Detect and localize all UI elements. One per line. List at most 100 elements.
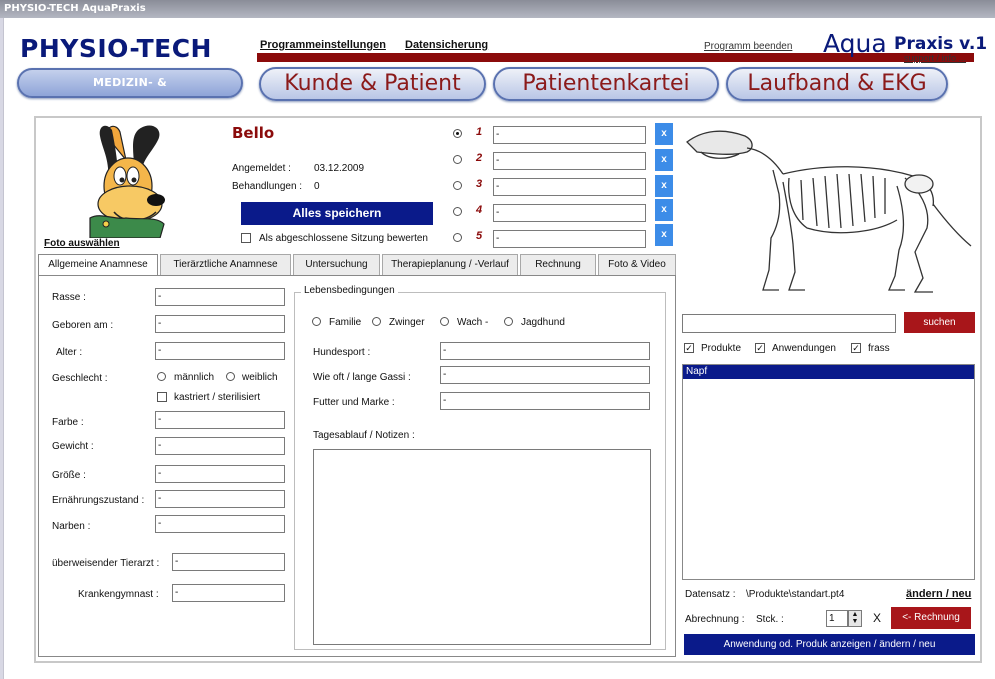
tab-rechnung[interactable]: Rechnung (520, 254, 596, 275)
show-edit-product-button[interactable]: Anwendung od. Produk anzeigen / ändern /… (684, 634, 975, 655)
brand-logo: PHYSIO-TECH (20, 34, 212, 63)
patient-photo[interactable] (60, 120, 190, 238)
times-sign: X (873, 611, 882, 625)
notes-label: Tagesablauf / Notizen : (313, 430, 415, 441)
castrated-checkbox[interactable] (157, 392, 167, 402)
housing-radio-jagdhund[interactable] (504, 317, 513, 326)
alter-label: Alter : (56, 347, 83, 358)
subbrand-banner: MEDIZIN- & SPORTGERÄTETECHNIK (17, 68, 243, 115)
support-link[interactable]: support / info ... (904, 53, 966, 63)
treatments-count: 0 (314, 181, 320, 192)
datensatz-label: Datensatz : (685, 589, 736, 600)
product-name-aqua: Aqua (823, 29, 887, 58)
session-clear-button-1[interactable]: x (655, 123, 673, 145)
nav-kunde-patient[interactable]: Kunde & Patient (259, 67, 486, 101)
invoice-button[interactable]: <- Rechnung (891, 607, 971, 629)
castrated-label: kastriert / sterilisiert (174, 392, 261, 403)
tab-tieraerztliche-anamnese[interactable]: Tierärztliche Anamnese (160, 254, 291, 275)
session-field-4[interactable]: - (493, 204, 646, 222)
krankengymnast-field[interactable]: - (172, 584, 285, 602)
quantity-stepper[interactable]: ▲ ▼ (848, 610, 862, 627)
alter-field[interactable]: - (155, 342, 285, 360)
list-item[interactable]: Napf (683, 365, 974, 379)
nav-laufband-ekg[interactable]: Laufband & EKG (726, 67, 948, 101)
lebensbedingungen-title: Lebensbedingungen (301, 285, 398, 296)
tierarzt-label: überweisender Tierarzt : (52, 558, 160, 569)
housing-label-jagdhund: Jagdhund (521, 317, 565, 328)
filter-produkte-checkbox[interactable]: ✓ (684, 343, 694, 353)
choose-photo-link[interactable]: Foto auswählen (44, 238, 120, 249)
notes-textarea[interactable] (313, 449, 651, 645)
closed-session-label: Als abgeschlossene Sitzung bewerten (259, 233, 428, 244)
tab-therapieplanung[interactable]: Therapieplanung / -Verlauf (382, 254, 518, 275)
housing-radio-familie[interactable] (312, 317, 321, 326)
closed-session-checkbox[interactable] (241, 233, 251, 243)
dog-skeleton-image (686, 130, 972, 293)
session-field-3[interactable]: - (493, 178, 646, 196)
groesse-label: Größe : (52, 470, 86, 481)
treatments-label: Behandlungen : (232, 181, 303, 192)
filter-produkte-label: Produkte (701, 343, 742, 354)
female-radio[interactable] (226, 372, 235, 381)
farbe-label: Farbe : (52, 417, 84, 428)
rasse-field[interactable]: - (155, 288, 285, 306)
quit-link[interactable]: Programm beenden (704, 41, 792, 52)
session-field-5[interactable]: - (493, 230, 646, 248)
session-number-5: 5 (476, 230, 483, 242)
filter-frass-label: frass (868, 343, 890, 354)
session-clear-button-4[interactable]: x (655, 199, 673, 221)
geboren-field[interactable]: - (155, 315, 285, 333)
gewicht-field[interactable]: - (155, 437, 285, 455)
filter-anwendungen-checkbox[interactable]: ✓ (755, 343, 765, 353)
stck-label: Stck. : (756, 614, 784, 625)
session-radio-4[interactable] (453, 207, 462, 216)
search-button[interactable]: suchen (904, 312, 975, 333)
female-label: weiblich (242, 372, 278, 383)
male-radio[interactable] (157, 372, 166, 381)
session-clear-button-3[interactable]: x (655, 175, 673, 197)
filter-frass-checkbox[interactable]: ✓ (851, 343, 861, 353)
session-field-1[interactable]: - (493, 126, 646, 144)
patient-name: Bello (232, 124, 275, 142)
futter-field[interactable]: - (440, 392, 650, 410)
backup-link[interactable]: Datensicherung (405, 39, 488, 51)
tab-untersuchung[interactable]: Untersuchung (293, 254, 380, 275)
tierarzt-field[interactable]: - (172, 553, 285, 571)
housing-radio-zwinger[interactable] (372, 317, 381, 326)
change-new-link[interactable]: ändern / neu (906, 588, 971, 600)
tab-foto-video[interactable]: Foto & Video (598, 254, 676, 275)
session-radio-3[interactable] (453, 181, 462, 190)
ernaehrung-field[interactable]: - (155, 490, 285, 508)
nav-patientenkartei[interactable]: Patientenkartei (493, 67, 719, 101)
gewicht-label: Gewicht : (52, 441, 94, 452)
housing-label-zwinger: Zwinger (389, 317, 425, 328)
window-left-border (0, 18, 4, 679)
abrechnung-label: Abrechnung : (685, 614, 745, 625)
session-field-2[interactable]: - (493, 152, 646, 170)
hundesport-label: Hundesport : (313, 347, 371, 358)
gassi-label: Wie oft / lange Gassi : (313, 372, 411, 383)
session-radio-5[interactable] (453, 233, 462, 242)
session-clear-button-2[interactable]: x (655, 149, 673, 171)
product-search-input[interactable] (682, 314, 896, 333)
registered-date: 03.12.2009 (314, 163, 365, 174)
geschlecht-label: Geschlecht : (52, 373, 108, 384)
groesse-field[interactable]: - (155, 465, 285, 483)
datensatz-value: \Produkte\standart.pt4 (746, 589, 845, 600)
gassi-field[interactable]: - (440, 366, 650, 384)
product-name-praxis: Praxis v.1 (894, 34, 988, 54)
session-number-1: 1 (476, 126, 483, 138)
tab-allgemeine-anamnese[interactable]: Allgemeine Anamnese (38, 254, 158, 276)
settings-link[interactable]: Programmeinstellungen (260, 39, 386, 51)
save-all-button[interactable]: Alles speichern (241, 202, 433, 225)
housing-radio-wach[interactable] (440, 317, 449, 326)
geboren-label: Geboren am : (52, 320, 114, 331)
hundesport-field[interactable]: - (440, 342, 650, 360)
session-clear-button-5[interactable]: x (655, 224, 673, 246)
farbe-field[interactable]: - (155, 411, 285, 429)
session-number-2: 2 (476, 152, 483, 164)
narben-field[interactable]: - (155, 515, 285, 533)
session-radio-1[interactable] (453, 129, 462, 138)
quantity-field[interactable]: 1 (826, 610, 848, 627)
session-radio-2[interactable] (453, 155, 462, 164)
